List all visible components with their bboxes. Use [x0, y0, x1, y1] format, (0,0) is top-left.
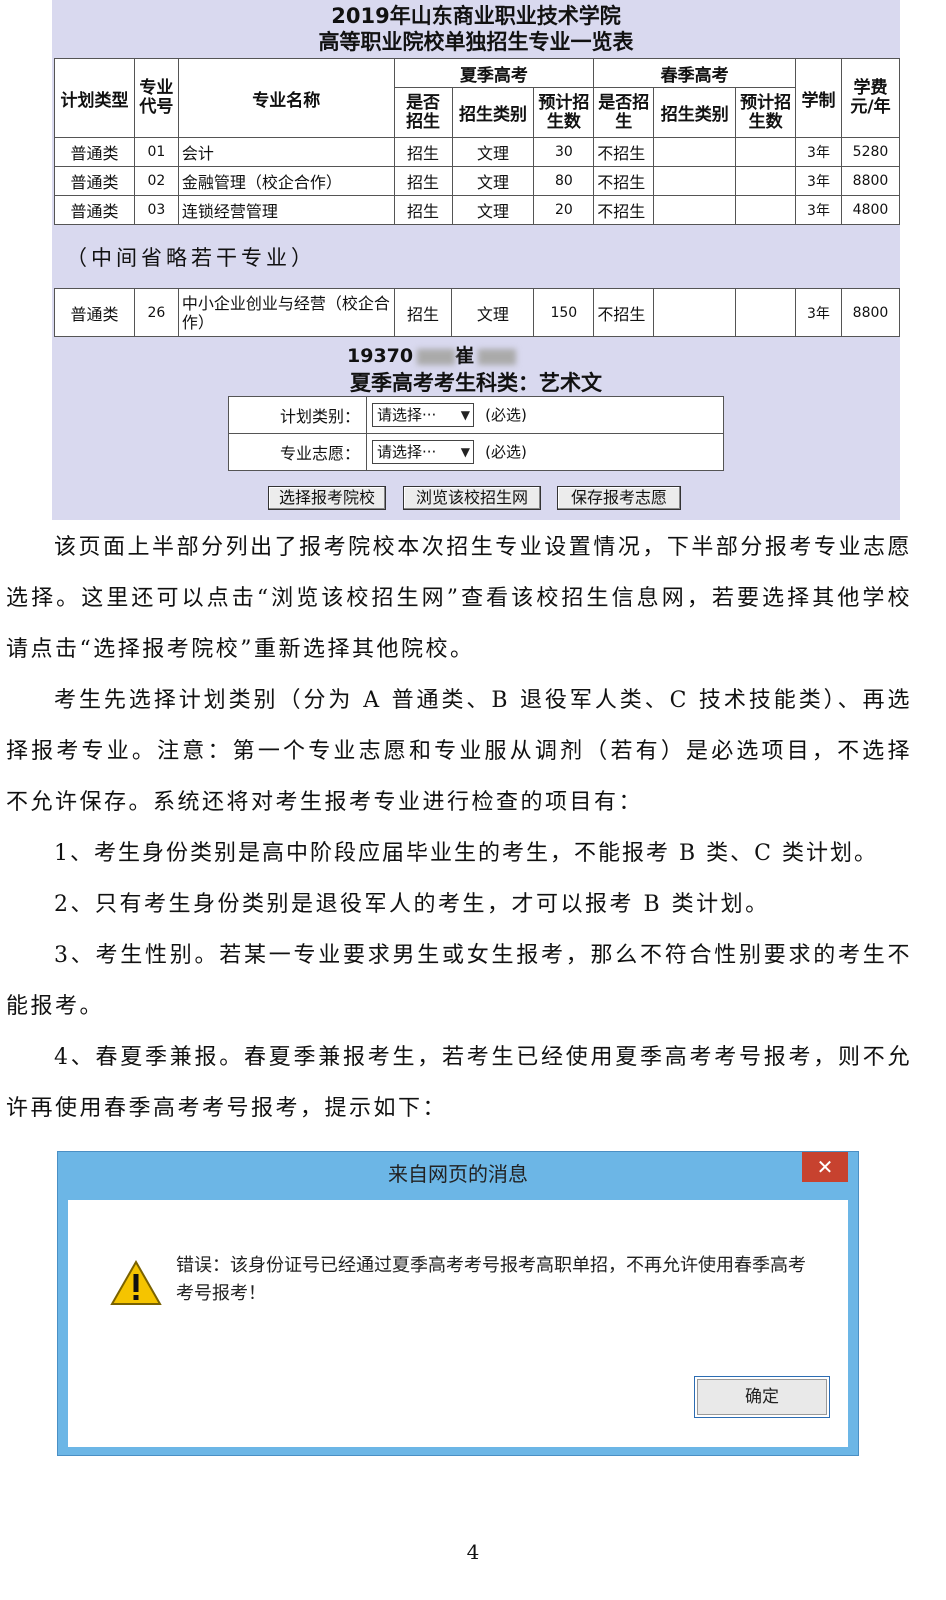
required-note: (必选) [485, 442, 527, 461]
save-choice-button[interactable]: 保存报考志愿 [557, 486, 681, 510]
major-select[interactable]: 请选择··· ▼ [372, 440, 474, 464]
col-spring-count: 预计招生数 [735, 87, 797, 138]
col-fee: 学费元/年 [840, 58, 901, 138]
ok-button[interactable]: 确定 [694, 1376, 830, 1418]
col-name: 专业名称 [177, 58, 395, 138]
col-summer-enroll: 是否招生 [393, 87, 453, 138]
page-subtitle: 高等职业院校单独招生专业一览表 [318, 30, 634, 54]
candidate-subject: 夏季高考考生科类：艺术文 [350, 371, 602, 395]
col-summer-count: 预计招生数 [533, 87, 595, 138]
paragraph-6: 4、春夏季兼报。春夏季兼报考生，若考生已经使用夏季高考考号报考，则不允许再使用春… [6, 1045, 912, 1121]
col-years: 学制 [795, 58, 842, 138]
dialog-title: 来自网页的消息 [388, 1162, 528, 1186]
select-school-button[interactable]: 选择报考院校 [268, 486, 386, 510]
warning-icon [110, 1260, 162, 1305]
col-summer-category: 招生类别 [451, 87, 535, 138]
close-icon[interactable]: ✕ [802, 1152, 848, 1182]
majors-table: 计划类型 专业代号 专业名称 夏季高考 春季高考 学制 学费元/年 是否招生 招… [54, 58, 901, 225]
browse-site-button[interactable]: 浏览该校招生网 [403, 486, 541, 510]
table-row: 普通类 01 会计 招生 文理 30 不招生 3年 5280 [54, 137, 901, 167]
paragraph-4: 2、只有考生身份类别是退役军人的考生，才可以报考 B 类计划。 [54, 892, 770, 917]
paragraph-3: 1、考生身份类别是高中阶段应届毕业生的考生，不能报考 B 类、C 类计划。 [54, 841, 878, 866]
message-dialog: 来自网页的消息 ✕ 错误：该身份证号已经通过夏季高考考号报考高职单招，不再允许使… [57, 1151, 859, 1456]
col-spring-category: 招生类别 [653, 87, 737, 138]
screenshot-panel: 2019年山东商业职业技术学院 高等职业院校单独招生专业一览表 计划类型 专业代… [52, 0, 901, 520]
required-note: (必选) [485, 405, 527, 424]
col-spring-enroll: 是否招生 [593, 87, 655, 138]
candidate-id: 19370 崔 [347, 341, 517, 368]
majors-table-tail: 普通类 26 中小企业创业与经营（校企合作） 招生 文理 150 不招生 3年 … [54, 288, 901, 337]
paragraph-5: 3、考生性别。若某一专业要求男生或女生报考，那么不符合性别要求的考生不能报考。 [6, 943, 912, 1019]
chevron-down-icon: ▼ [460, 445, 470, 459]
page-number: 4 [466, 1540, 480, 1564]
dialog-message: 错误：该身份证号已经通过夏季高考考号报考高职单招，不再允许使用春季高考考号报考！ [176, 1255, 806, 1304]
table-row: 普通类 02 金融管理（校企合作） 招生 文理 80 不招生 3年 8800 [54, 166, 901, 196]
group-spring: 春季高考 [593, 58, 797, 88]
major-label: 专业志愿： [228, 433, 367, 471]
redacted-blur [417, 348, 456, 365]
choice-form: 计划类别： 请选择··· ▼ (必选) 专业志愿： 请选择··· ▼ (必选) [228, 396, 724, 471]
paragraph-2: 考生先选择计划类别（分为 A 普通类、B 退役军人类、C 技术技能类）、再选择报… [6, 688, 912, 815]
page-title: 2019年山东商业职业技术学院 [331, 4, 621, 28]
chevron-down-icon: ▼ [460, 408, 470, 422]
dialog-body: 错误：该身份证号已经通过夏季高考考号报考高职单招，不再允许使用春季高考考号报考！… [68, 1200, 848, 1447]
plan-label: 计划类别： [228, 396, 367, 434]
group-summer: 夏季高考 [393, 58, 595, 88]
table-row: 普通类 03 连锁经营管理 招生 文理 20 不招生 3年 4800 [54, 195, 901, 225]
table-row: 普通类 26 中小企业创业与经营（校企合作） 招生 文理 150 不招生 3年 … [54, 288, 901, 337]
col-plan-type: 计划类型 [54, 58, 135, 138]
col-code: 专业代号 [133, 58, 179, 138]
paragraph-1: 该页面上半部分列出了报考院校本次招生专业设置情况，下半部分报考专业志愿选择。这里… [6, 535, 912, 662]
redacted-blur [478, 348, 517, 365]
omitted-note: （中间省略若干专业） [66, 246, 316, 270]
plan-select[interactable]: 请选择··· ▼ [372, 403, 474, 427]
